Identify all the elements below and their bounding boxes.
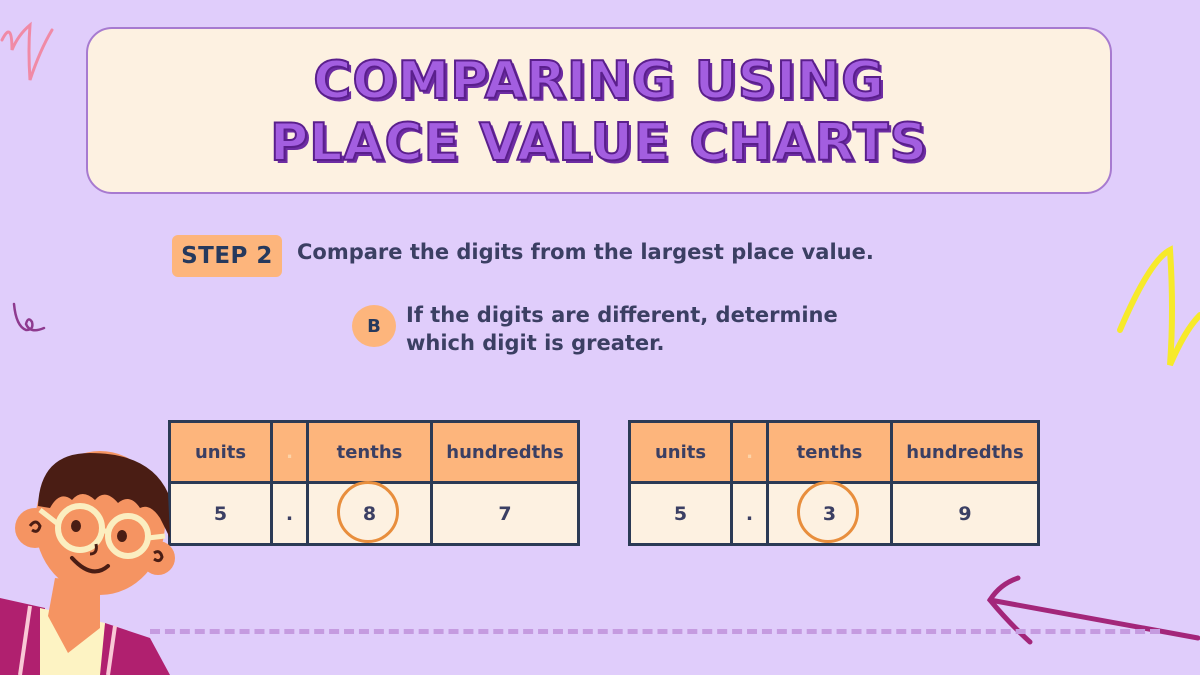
table-value-row: 5 . 8 7	[168, 480, 580, 546]
value-decimal-point: .	[730, 481, 769, 546]
header-hundredths: hundredths	[430, 420, 580, 484]
header-decimal-point: .	[730, 420, 769, 484]
purple-squiggle-icon	[12, 302, 46, 332]
highlight-circle	[336, 480, 399, 543]
table-header-row: units . tenths hundredths	[628, 420, 1040, 484]
value-tenths-cell: 8	[306, 480, 433, 546]
step-badge: STEP 2	[172, 235, 282, 277]
value-units: 5	[628, 481, 733, 546]
value-decimal-point: .	[270, 481, 309, 546]
student-character-icon	[0, 451, 175, 675]
yellow-scribble-icon	[1117, 245, 1200, 367]
place-value-table-left: units . tenths hundredths 5 . 8 7	[168, 420, 580, 546]
value-units: 5	[168, 481, 273, 546]
header-units: units	[168, 420, 273, 484]
sub-step-instruction: If the digits are different, determine w…	[406, 303, 838, 355]
place-value-table-right: units . tenths hundredths 5 . 3 9	[628, 420, 1040, 546]
header-tenths: tenths	[306, 420, 433, 484]
pink-scribble-icon	[0, 21, 54, 81]
header-tenths: tenths	[766, 420, 893, 484]
header-hundredths: hundredths	[890, 420, 1040, 484]
title-card: Comparing Using Place Value Charts	[86, 27, 1112, 194]
table-header-row: units . tenths hundredths	[168, 420, 580, 484]
table-value-row: 5 . 3 9	[628, 480, 1040, 546]
header-units: units	[628, 420, 733, 484]
value-hundredths: 7	[430, 481, 580, 546]
dashed-divider	[150, 629, 1160, 634]
sub-step-badge: B	[352, 305, 396, 347]
value-hundredths: 9	[890, 481, 1040, 546]
arrow-left-icon	[986, 575, 1200, 645]
step-instruction: Compare the digits from the largest plac…	[297, 240, 874, 264]
value-tenths-cell: 3	[766, 480, 893, 546]
title-line-2: Place Value Charts	[269, 112, 928, 174]
header-decimal-point: .	[270, 420, 309, 484]
highlight-circle	[796, 480, 859, 543]
title-line-1: Comparing Using	[312, 50, 885, 112]
